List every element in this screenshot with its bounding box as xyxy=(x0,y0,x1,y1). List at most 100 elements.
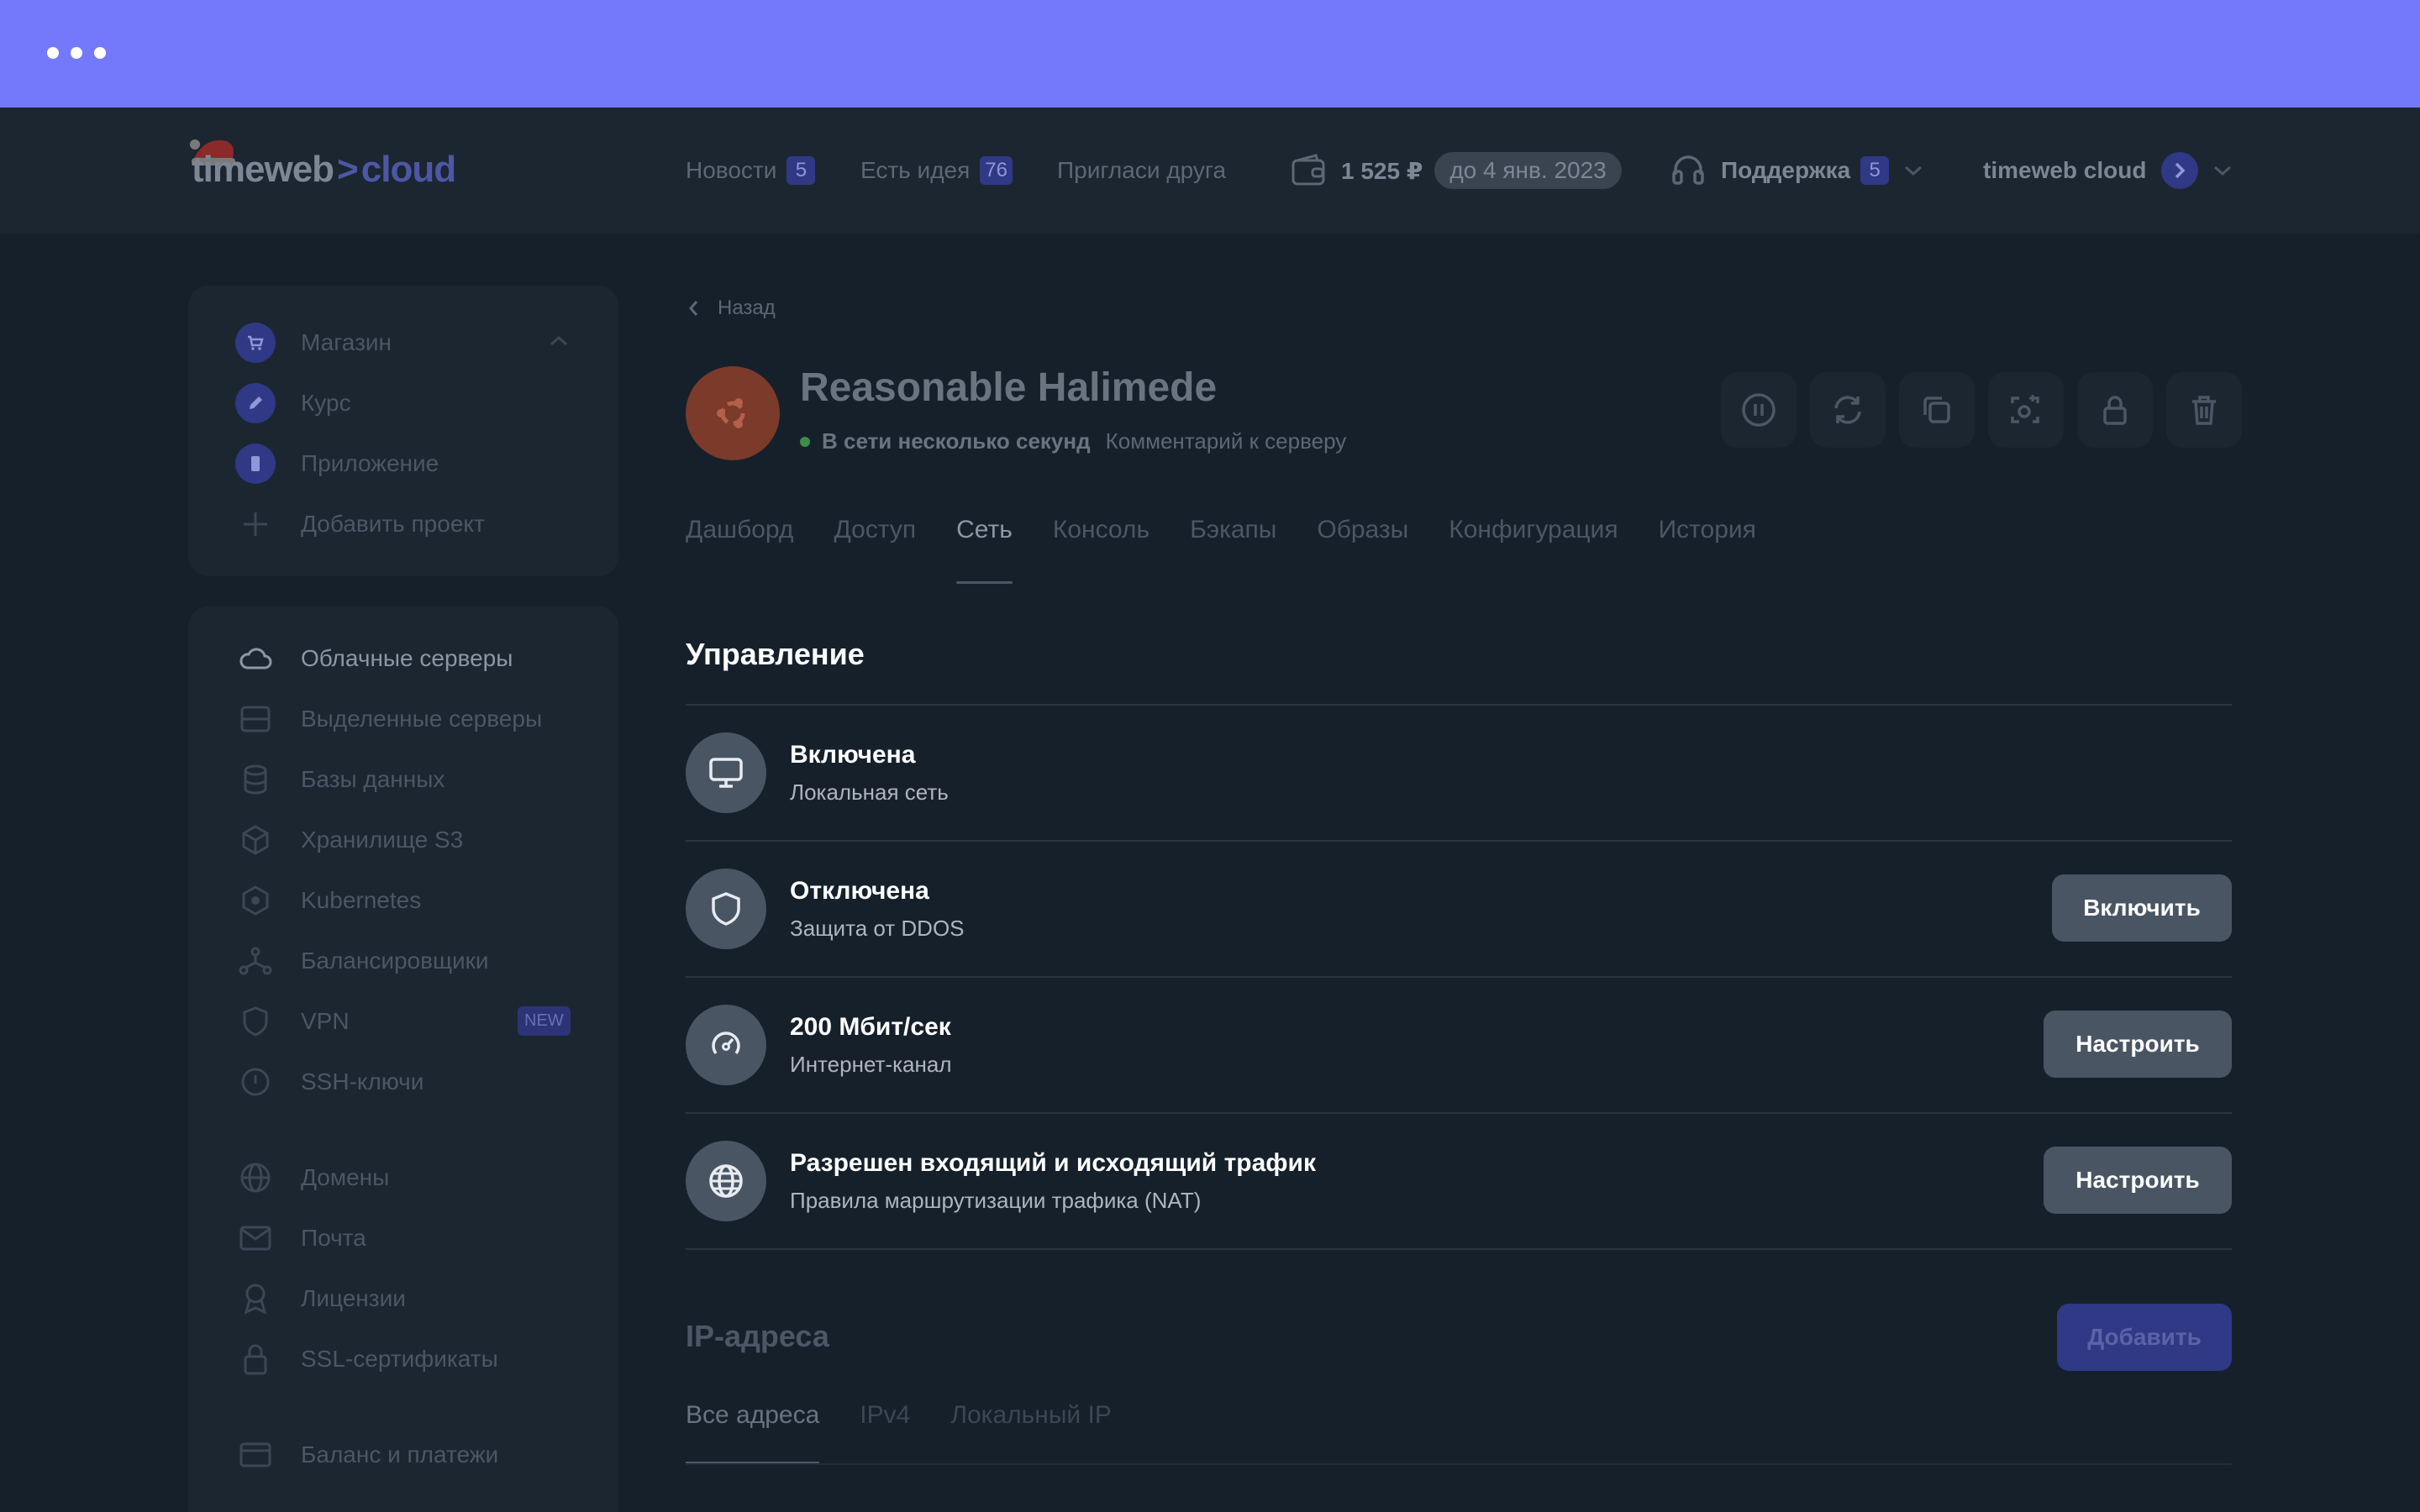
enable-ddos-button[interactable]: Включить xyxy=(2052,874,2232,942)
tab-console[interactable]: Консоль xyxy=(1053,516,1150,566)
reboot-button[interactable] xyxy=(1810,372,1886,448)
chevron-down-icon xyxy=(2214,165,2232,176)
tab-local-ip[interactable]: Локальный IP xyxy=(950,1401,1112,1430)
lock-icon xyxy=(2103,396,2127,425)
database-icon xyxy=(235,759,276,800)
sidebar-item-label: Добавить проект xyxy=(301,511,485,537)
sidebar-item-label: Почта xyxy=(301,1225,366,1251)
configure-nat-button[interactable]: Настроить xyxy=(2044,1147,2232,1214)
back-label: Назад xyxy=(718,297,776,319)
divider xyxy=(686,840,2232,842)
sidebar-item-domains[interactable]: Домены xyxy=(235,1158,389,1198)
chevron-down-icon xyxy=(1905,165,1923,176)
chevron-left-icon xyxy=(689,301,698,316)
sidebar-item-label: VPN xyxy=(301,1008,350,1034)
sidebar-item-shop[interactable]: Магазин xyxy=(235,323,392,363)
delete-button[interactable] xyxy=(2166,372,2242,448)
speedometer-icon xyxy=(686,1005,766,1085)
sidebar-item-ssh-keys[interactable]: SSH-ключи xyxy=(235,1062,424,1102)
tab-ipv4[interactable]: IPv4 xyxy=(860,1401,910,1430)
sidebar-item-billing[interactable]: Баланс и платежи xyxy=(235,1435,498,1475)
sidebar-item-label: Балансировщики xyxy=(301,948,489,974)
sidebar-item-label: Выделенные серверы xyxy=(301,706,543,732)
nav-news-badge: 5 xyxy=(786,156,816,185)
new-badge: NEW xyxy=(518,1006,571,1036)
sidebar-item-ssl[interactable]: SSL-сертификаты xyxy=(235,1339,498,1379)
sidebar-item-licenses[interactable]: Лицензии xyxy=(235,1278,406,1319)
divider xyxy=(686,704,2232,706)
chevron-up-icon[interactable] xyxy=(548,333,570,349)
account-name: timeweb cloud xyxy=(1983,157,2147,183)
status-dot xyxy=(800,436,810,447)
copy-icon xyxy=(1923,396,1950,423)
sidebar-item-label: Облачные серверы xyxy=(301,645,513,671)
ddos-status: Отключена xyxy=(790,877,929,905)
sidebar-item-dedicated[interactable]: Выделенные серверы xyxy=(235,699,542,739)
server-actions xyxy=(1721,372,2242,448)
nat-status: Разрешен входящий и исходящий трафик xyxy=(790,1149,1316,1177)
tab-access[interactable]: Доступ xyxy=(834,516,916,566)
window-menu-dots[interactable] xyxy=(47,47,106,59)
logo[interactable]: timeweb > cloud xyxy=(192,144,456,195)
bandwidth-label: Интернет-канал xyxy=(790,1052,952,1077)
nav-idea[interactable]: Есть идея 76 xyxy=(860,150,1013,192)
support-menu[interactable]: Поддержка 5 xyxy=(1670,150,1924,192)
sidebar-item-app[interactable]: Приложение xyxy=(235,444,439,484)
tab-backups[interactable]: Бэкапы xyxy=(1190,516,1276,566)
shield-icon xyxy=(686,869,766,949)
chevron-right-icon xyxy=(2175,162,2186,179)
phone-icon xyxy=(235,444,276,484)
sidebar-item-label: Приложение xyxy=(301,450,439,476)
sidebar-item-databases[interactable]: Базы данных xyxy=(235,759,445,800)
account-menu[interactable]: timeweb cloud xyxy=(1983,150,2233,192)
pencil-icon xyxy=(235,383,276,423)
sidebar-item-s3[interactable]: Хранилище S3 xyxy=(235,820,463,860)
server-tabs: Дашборд Доступ Сеть Консоль Бэкапы Образ… xyxy=(686,516,1756,584)
sidebar-item-label: Kubernetes xyxy=(301,887,422,913)
support-badge: 5 xyxy=(1860,156,1890,185)
globe-icon xyxy=(235,1158,276,1198)
tab-dashboard[interactable]: Дашборд xyxy=(686,516,793,566)
ubuntu-icon xyxy=(717,398,745,428)
tab-history[interactable]: История xyxy=(1659,516,1756,566)
nav-invite-label: Пригласи друга xyxy=(1057,157,1227,183)
nav-idea-label: Есть идея xyxy=(860,157,971,183)
plus-icon xyxy=(235,504,276,544)
tab-network[interactable]: Сеть xyxy=(956,516,1013,584)
sidebar-item-balancers[interactable]: Балансировщики xyxy=(235,941,489,981)
add-ip-button[interactable]: Добавить xyxy=(2057,1304,2232,1371)
lock-icon xyxy=(235,1339,276,1379)
clone-button[interactable] xyxy=(1899,372,1975,448)
sidebar-item-label: Магазин xyxy=(301,329,392,355)
nav-idea-badge: 76 xyxy=(980,156,1013,185)
tab-images[interactable]: Образы xyxy=(1317,516,1408,566)
kubernetes-icon xyxy=(235,880,276,921)
snapshot-button[interactable] xyxy=(1988,372,2064,448)
lock-button[interactable] xyxy=(2077,372,2153,448)
sidebar-item-kubernetes[interactable]: Kubernetes xyxy=(235,880,421,921)
nat-label: Правила маршрутизации трафика (NAT) xyxy=(790,1188,1202,1213)
pause-icon xyxy=(1742,393,1776,427)
server-comment[interactable]: Комментарий к серверу xyxy=(1106,428,1347,454)
shield-icon xyxy=(235,1001,276,1042)
tab-configuration[interactable]: Конфигурация xyxy=(1449,516,1618,566)
divider xyxy=(686,1112,2232,1114)
cart-icon xyxy=(235,323,276,363)
pause-button[interactable] xyxy=(1721,372,1797,448)
sidebar-item-vpn[interactable]: VPN xyxy=(235,1001,350,1042)
server-status: В сети несколько секунд Комментарий к се… xyxy=(800,428,1346,454)
sidebar-item-course[interactable]: Курс xyxy=(235,383,351,423)
tab-all-addresses[interactable]: Все адреса xyxy=(686,1401,820,1464)
screenshot-icon xyxy=(2011,395,2039,423)
back-link[interactable]: Назад xyxy=(686,294,776,323)
sidebar-item-label: Курс xyxy=(301,390,351,416)
nav-news[interactable]: Новости 5 xyxy=(686,150,816,192)
configure-bandwidth-button[interactable]: Настроить xyxy=(2044,1011,2232,1078)
sidebar-item-cloud-servers[interactable]: Облачные серверы xyxy=(235,638,513,679)
globe-icon xyxy=(686,1141,766,1221)
balance-widget[interactable]: 1 525 ₽ до 4 янв. 2023 xyxy=(1291,150,1622,192)
nav-invite[interactable]: Пригласи друга xyxy=(1057,150,1226,192)
account-avatar xyxy=(2161,152,2199,189)
sidebar-item-add-project[interactable]: Добавить проект xyxy=(235,504,485,544)
sidebar-item-mail[interactable]: Почта xyxy=(235,1218,366,1258)
